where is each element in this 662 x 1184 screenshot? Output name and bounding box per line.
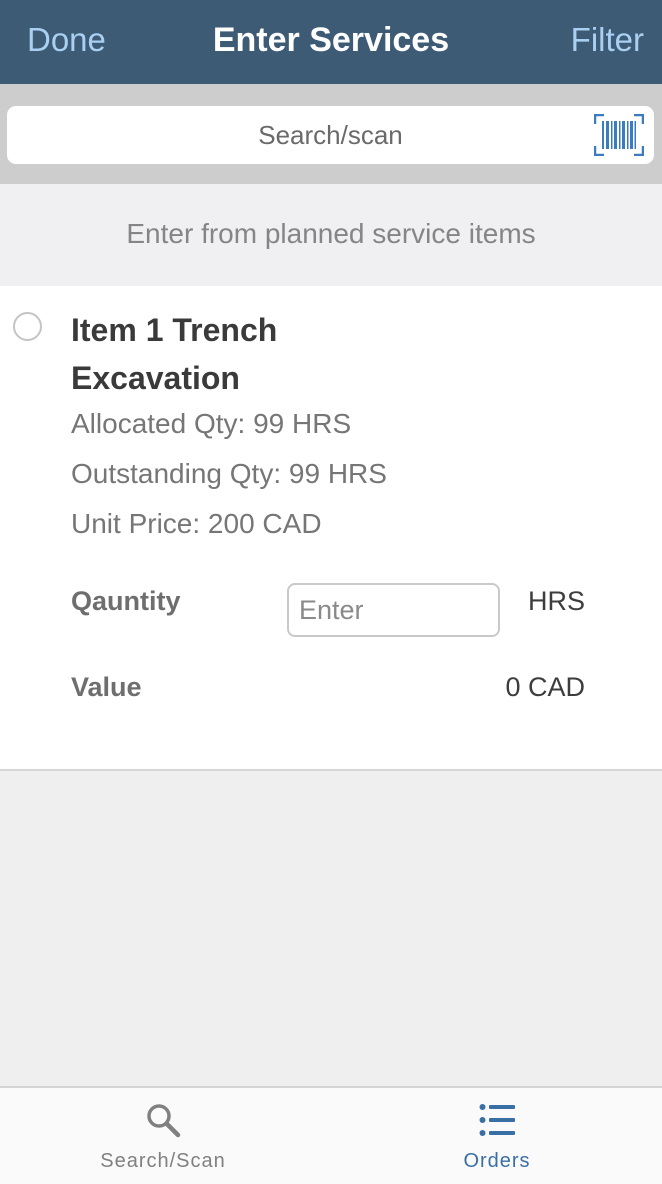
tab-search-scan[interactable]: Search/Scan — [63, 1088, 263, 1184]
service-item-card: Item 1 Trench Excavation Allocated Qty: … — [0, 286, 662, 771]
item-select-radio[interactable] — [13, 312, 42, 341]
value-label: Value — [71, 672, 142, 702]
quantity-unit: HRS — [527, 586, 585, 616]
filter-button[interactable]: Filter — [571, 0, 644, 84]
tab-orders-label: Orders — [463, 1150, 531, 1172]
navigation-bar: Done Enter Services Filter — [0, 0, 662, 84]
quantity-input[interactable] — [287, 583, 500, 637]
barcode-icon[interactable] — [594, 114, 644, 156]
item-title-line1: Item 1 Trench — [71, 312, 278, 348]
quantity-label: Qauntity — [71, 586, 181, 616]
allocated-qty: Allocated Qty: 99 HRS — [71, 408, 352, 439]
tab-orders[interactable]: Orders — [397, 1088, 597, 1184]
done-button[interactable]: Done — [27, 0, 106, 84]
tab-bar: Search/Scan Orders — [0, 1086, 662, 1184]
tab-search-scan-label: Search/Scan — [100, 1150, 226, 1172]
value-amount: 0 CAD — [505, 672, 585, 702]
item-title-line2: Excavation — [71, 360, 240, 396]
outstanding-qty: Outstanding Qty: 99 HRS — [71, 458, 387, 489]
search-bar-container: Search/scan — [0, 84, 662, 184]
search-icon — [147, 1104, 181, 1138]
section-header: Enter from planned service items — [0, 184, 662, 286]
search-input[interactable]: Search/scan — [7, 106, 654, 164]
list-icon — [479, 1104, 515, 1136]
item-title: Item 1 Trench Excavation — [71, 306, 371, 402]
unit-price: Unit Price: 200 CAD — [71, 508, 322, 539]
search-placeholder: Search/scan — [258, 120, 403, 150]
